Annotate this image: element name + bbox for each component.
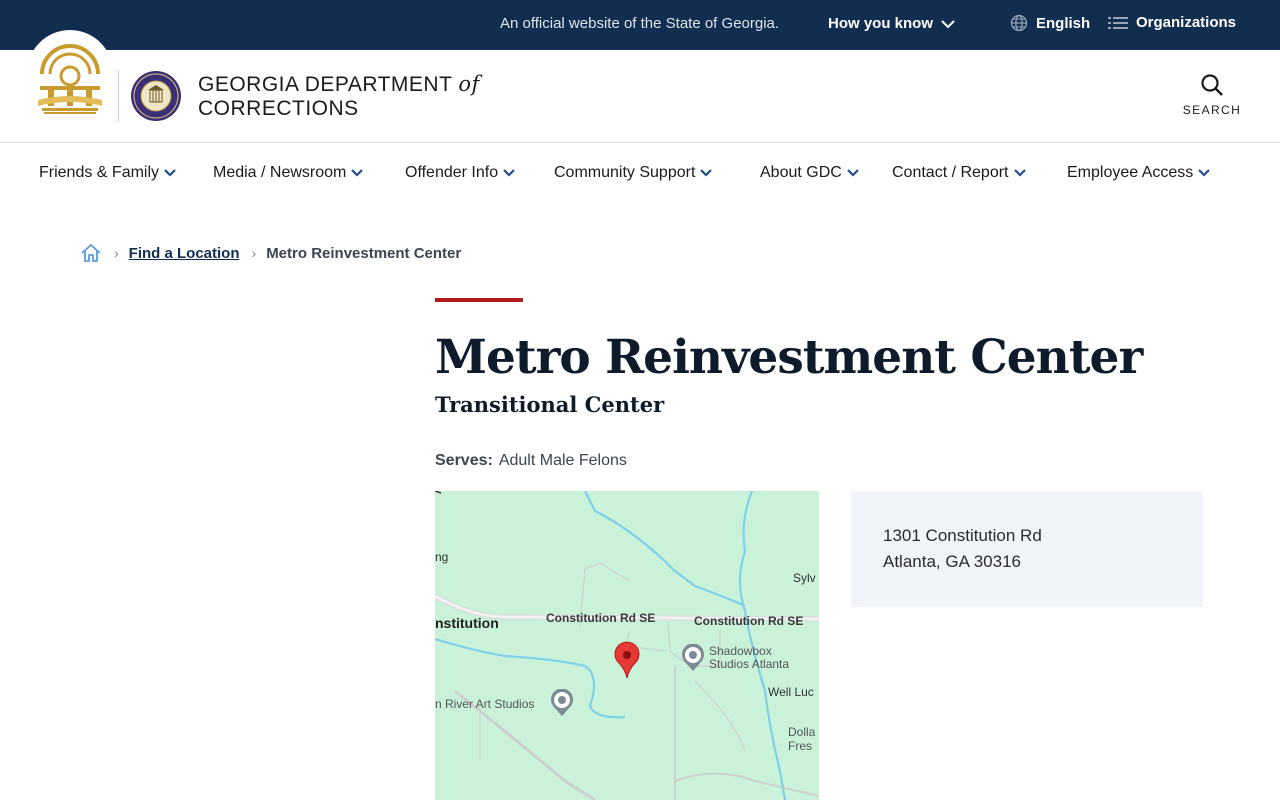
- location-map[interactable]: ng Sylv nstitution Constitution Rd SE Co…: [435, 491, 819, 800]
- nav-item-label: Friends & Family: [39, 164, 160, 181]
- organizations-label: Organizations: [1136, 14, 1237, 31]
- nav-item-friends-family[interactable]: Friends & Family: [39, 164, 177, 182]
- nav-item-label: Offender Info: [405, 164, 499, 181]
- serves-label: Serves:: [435, 452, 493, 469]
- agency-name-line2: CORRECTIONS: [198, 97, 359, 120]
- breadcrumb-current: Metro Reinvestment Center: [266, 244, 462, 262]
- address-line2: Atlanta, GA 30316: [883, 552, 1021, 571]
- map-label-sylv: Sylv: [793, 571, 816, 585]
- chevron-down-icon: [1198, 169, 1211, 177]
- map-label-dolla-line2: Fres: [788, 739, 812, 753]
- globe-icon: [1010, 14, 1028, 32]
- agency-name-of: of: [458, 72, 480, 96]
- serves-line: Serves: Adult Male Felons: [435, 452, 627, 470]
- nav-item-label: Media / Newsroom: [213, 164, 347, 181]
- official-site-text: An official website of the State of Geor…: [500, 15, 780, 32]
- agency-name-line1: GEORGIA DEPARTMENT: [198, 73, 453, 96]
- home-icon[interactable]: [80, 242, 102, 264]
- nav-item-offender-info[interactable]: Offender Info: [405, 164, 516, 182]
- breadcrumb-separator: ›: [251, 245, 257, 261]
- chevron-down-icon: [164, 169, 176, 177]
- language-selector[interactable]: English: [1010, 14, 1090, 32]
- language-label: English: [1036, 14, 1091, 32]
- map-label-constitution: nstitution: [435, 615, 499, 631]
- primary-nav: Friends & Family Media / Newsroom Offend…: [0, 143, 1280, 203]
- nav-item-employee-access[interactable]: Employee Access: [1067, 164, 1211, 182]
- nav-item-label: About GDC: [760, 164, 842, 181]
- address-card: 1301 Constitution Rd Atlanta, GA 30316: [851, 491, 1203, 607]
- page-subtitle: Transitional Center: [435, 392, 665, 417]
- map-pin-icon[interactable]: [613, 641, 641, 679]
- organizations-menu[interactable]: Organizations: [1108, 14, 1236, 31]
- search-label: SEARCH: [1182, 103, 1242, 117]
- how-you-know-label: How you know: [828, 15, 933, 32]
- nav-item-contact-report[interactable]: Contact / Report: [892, 164, 1027, 182]
- map-label-river-art-studios: n River Art Studios: [435, 697, 535, 711]
- map-label-dolla-line1: Dolla: [788, 725, 816, 739]
- agency-name[interactable]: GEORGIA DEPARTMENT of CORRECTIONS: [198, 72, 480, 121]
- poi-marker-icon[interactable]: [550, 689, 574, 717]
- chevron-down-icon: [847, 169, 859, 177]
- chevron-down-icon: [503, 169, 515, 177]
- map-label-dolla: Dolla Fres: [788, 725, 815, 753]
- official-banner: An official website of the State of Geor…: [0, 0, 1280, 50]
- chevron-down-icon: [941, 19, 955, 28]
- serves-value: Adult Male Felons: [498, 452, 627, 469]
- breadcrumb-find-location-link[interactable]: Find a Location: [129, 245, 240, 262]
- list-icon: [1108, 16, 1128, 29]
- nav-item-label: Community Support: [554, 164, 696, 181]
- nav-item-media-newsroom[interactable]: Media / Newsroom: [213, 164, 364, 182]
- search-icon: [1201, 74, 1223, 96]
- map-label-ng: ng: [435, 550, 449, 564]
- nav-item-community-support[interactable]: Community Support: [554, 164, 713, 182]
- poi-marker-icon[interactable]: [681, 644, 705, 672]
- chevron-down-icon: [351, 169, 364, 177]
- map-label-shadowbox-line1: Shadowbox: [709, 644, 772, 658]
- breadcrumb-separator: ›: [114, 245, 119, 261]
- map-label-shadowbox-line2: Studios Atlanta: [709, 657, 790, 671]
- address-line1: 1301 Constitution Rd: [883, 526, 1042, 545]
- site-header: [0, 50, 1280, 143]
- map-label-road: Constitution Rd SE: [694, 614, 804, 628]
- georgia-state-logo[interactable]: [36, 40, 104, 116]
- chevron-down-icon: [1013, 169, 1026, 177]
- nav-item-label: Employee Access: [1067, 164, 1194, 181]
- search-button[interactable]: SEARCH: [1180, 73, 1244, 117]
- chevron-down-icon: [700, 169, 713, 177]
- nav-item-about-gdc[interactable]: About GDC: [760, 164, 860, 182]
- breadcrumb: › Find a Location › Metro Reinvestment C…: [80, 240, 461, 266]
- nav-item-label: Contact / Report: [892, 164, 1009, 181]
- how-you-know-toggle[interactable]: How you know: [828, 15, 955, 32]
- map-label-road: Constitution Rd SE: [546, 611, 656, 625]
- map-label-shadowbox: Shadowbox Studios Atlanta: [709, 645, 789, 671]
- gdc-seal-logo[interactable]: [130, 70, 182, 122]
- logo-divider: [118, 70, 119, 122]
- page-title: Metro Reinvestment Center: [435, 330, 1143, 385]
- title-accent-bar: [435, 298, 523, 302]
- map-label-well-luc: Well Luc: [768, 685, 814, 699]
